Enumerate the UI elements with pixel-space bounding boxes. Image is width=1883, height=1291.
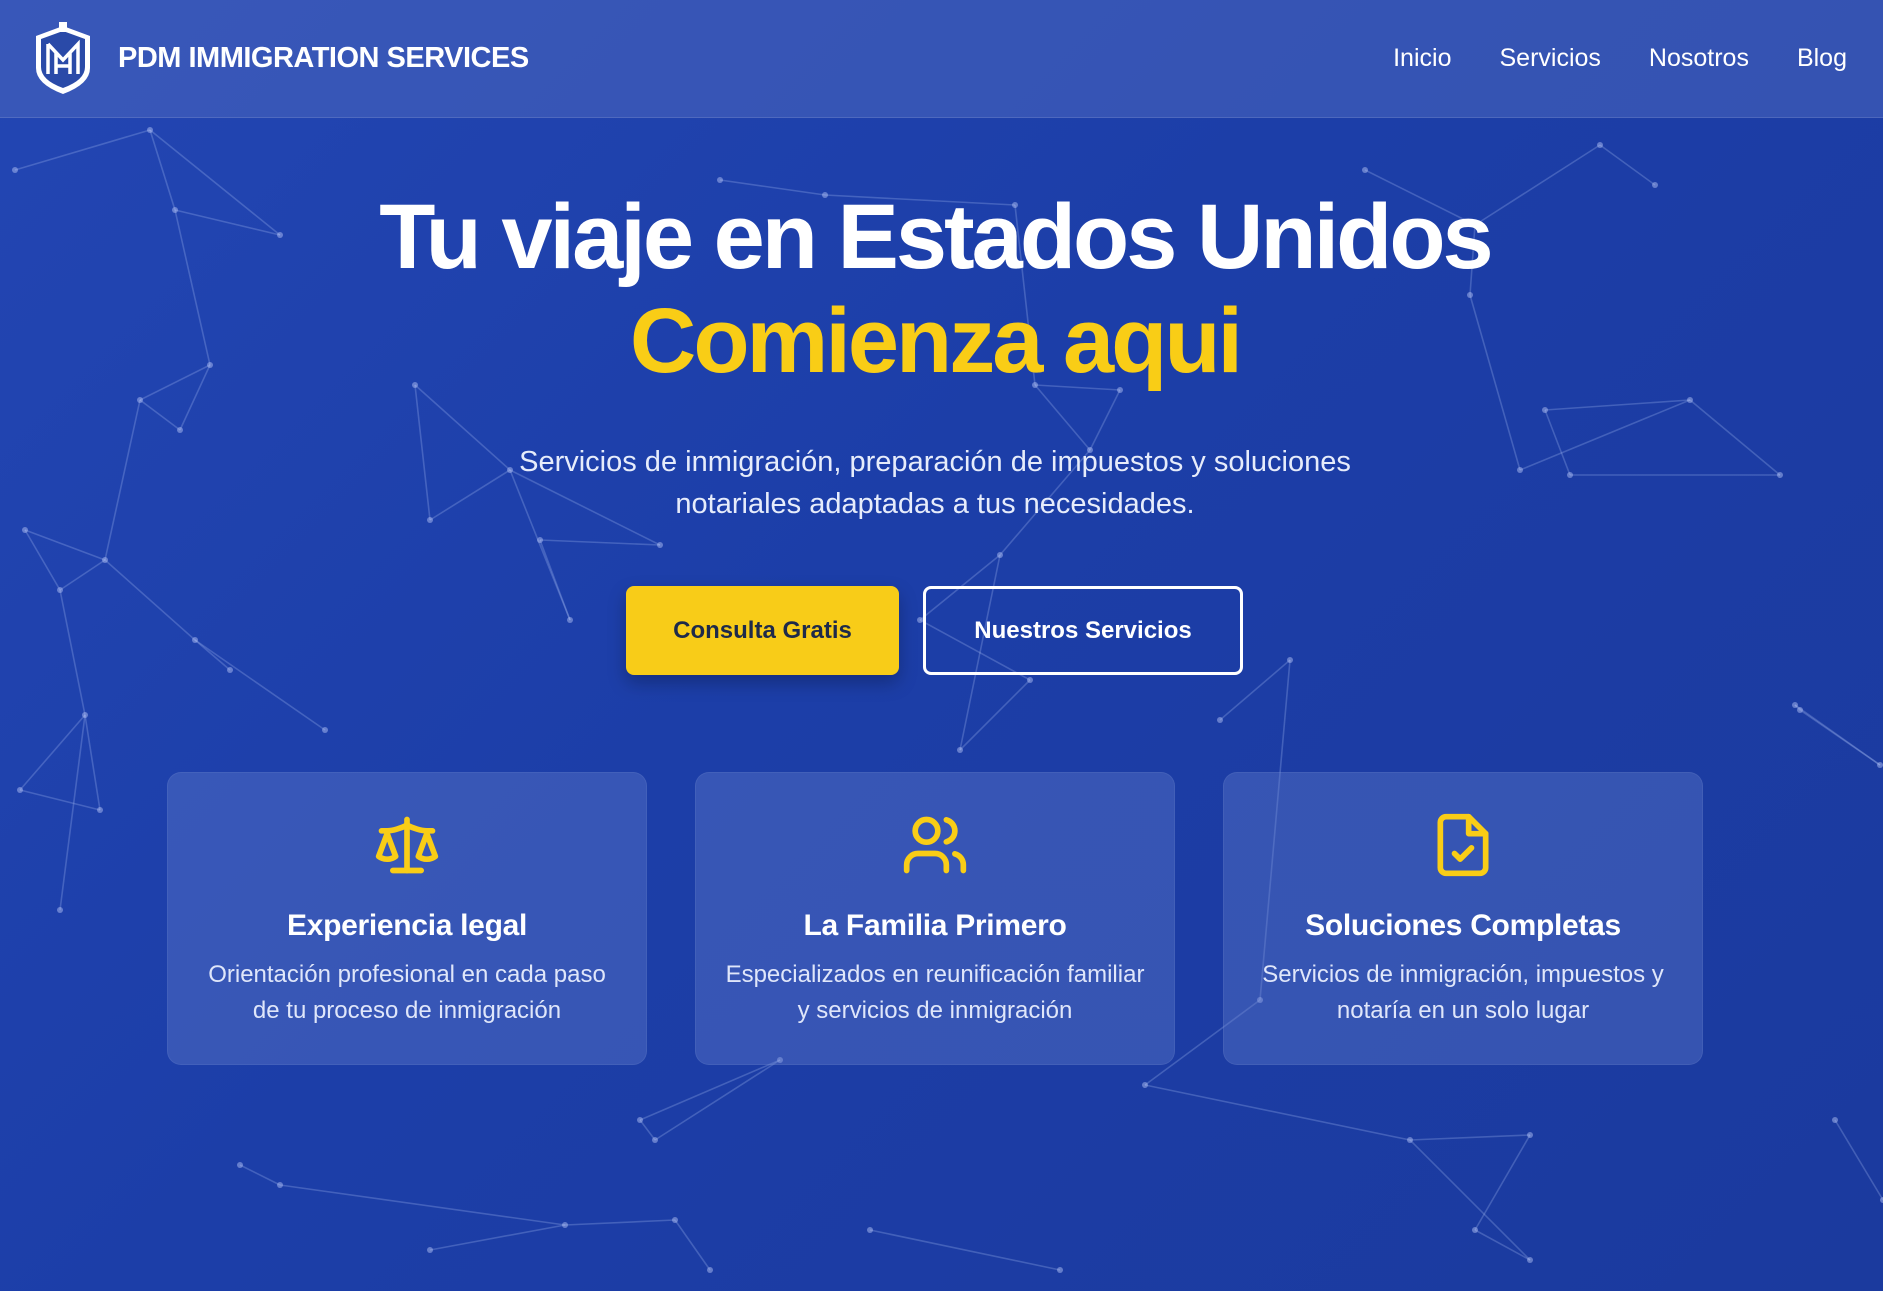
hero-buttons: Consulta Gratis Nuestros Servicios — [626, 586, 1243, 675]
hero-title: Tu viaje en Estados Unidos Comienza aqui — [0, 185, 1870, 393]
feature-card-solutions: Soluciones Completas Servicios de inmigr… — [1223, 772, 1703, 1065]
brand[interactable]: PDM IMMIGRATION SERVICES — [32, 21, 529, 96]
shield-logo-icon — [36, 21, 90, 94]
nav-nosotros[interactable]: Nosotros — [1649, 44, 1749, 73]
nav-blog[interactable]: Blog — [1797, 44, 1847, 73]
feature-cards: Experiencia legal Orientación profesiona… — [167, 772, 1703, 1065]
free-consultation-button[interactable]: Consulta Gratis — [626, 586, 899, 675]
feature-text: Orientación profesional en cada paso de … — [208, 961, 606, 1024]
feature-text: Servicios de inmigración, impuestos y no… — [1262, 961, 1664, 1024]
users-icon — [903, 816, 967, 874]
nav-servicios[interactable]: Servicios — [1499, 44, 1600, 73]
hero-subtitle: Servicios de inmigración, preparación de… — [519, 446, 1351, 520]
feature-card-legal: Experiencia legal Orientación profesiona… — [167, 772, 647, 1065]
feature-title: Soluciones Completas — [1305, 909, 1621, 942]
feature-title: Experiencia legal — [286, 909, 528, 942]
hero-title-accent: Comienza aqui — [629, 290, 1243, 392]
feature-title: La Familia Primero — [803, 909, 1067, 942]
feature-text: Especializados en reunificación familiar… — [725, 961, 1145, 1024]
nav-inicio[interactable]: Inicio — [1393, 44, 1451, 73]
brand-name: PDM IMMIGRATION SERVICES — [118, 42, 529, 74]
file-check-icon — [1437, 813, 1489, 877]
our-services-button[interactable]: Nuestros Servicios — [923, 586, 1243, 675]
main-nav: Inicio Servicios Nosotros Blog — [1393, 44, 1847, 73]
feature-card-family: La Familia Primero Especializados en reu… — [695, 772, 1175, 1065]
scale-icon — [375, 816, 439, 874]
hero-section: Tu viaje en Estados Unidos Comienza aqui… — [0, 185, 1870, 525]
site-header: PDM IMMIGRATION SERVICES Inicio Servicio… — [0, 0, 1883, 118]
hero-title-line1: Tu viaje en Estados Unidos — [379, 186, 1493, 288]
